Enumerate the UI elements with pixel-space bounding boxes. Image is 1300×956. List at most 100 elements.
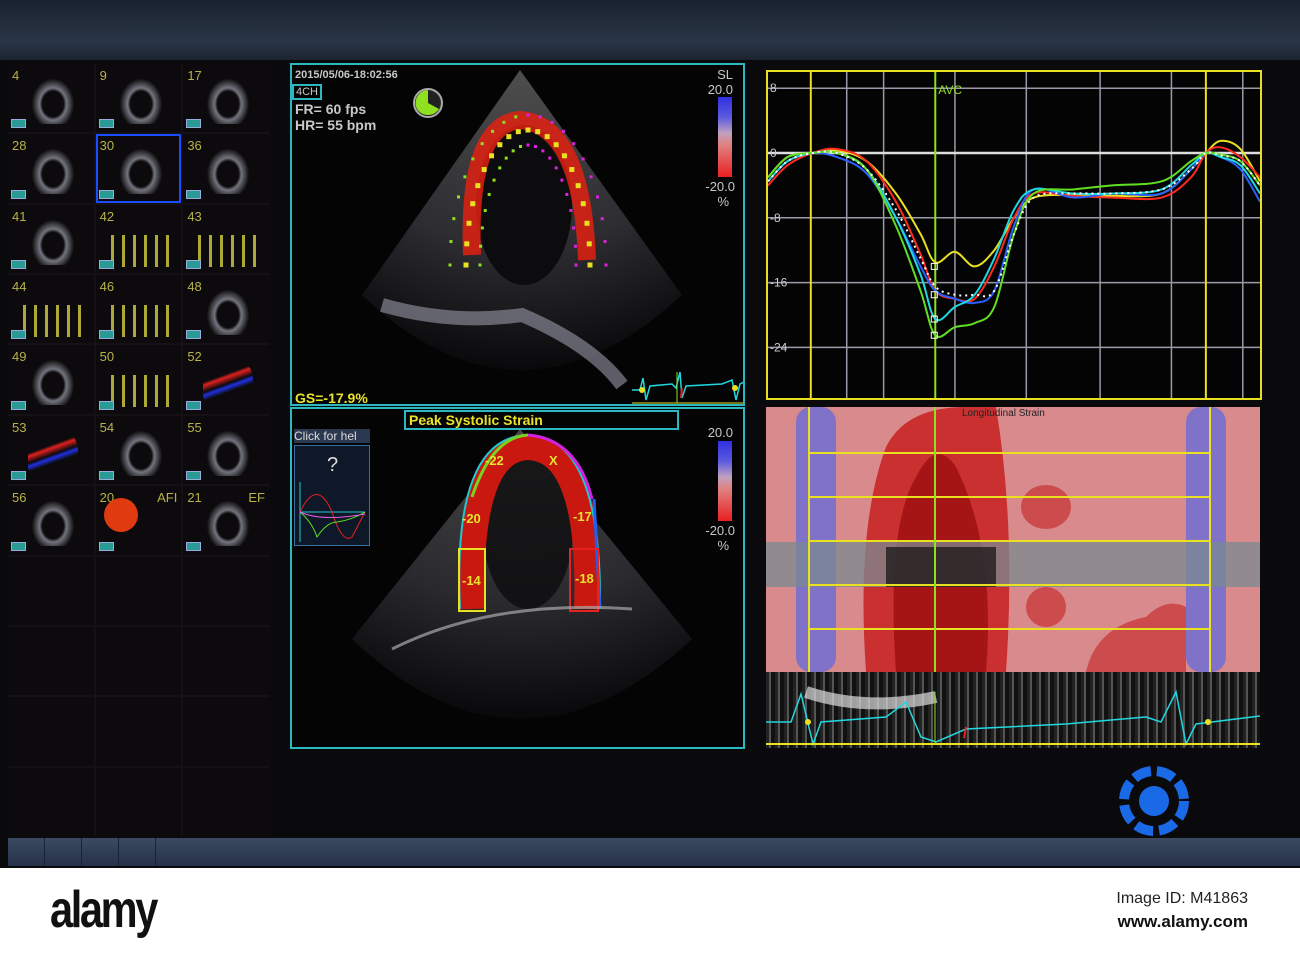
- tracking-point: [487, 192, 491, 196]
- tracking-point: [480, 142, 484, 146]
- heatmap-image: [766, 407, 1260, 672]
- peak-systolic-strain-view[interactable]: Peak Systolic Strain -22 X -20 -17 -14 -…: [290, 407, 745, 749]
- thumbnail-image: [203, 285, 254, 336]
- thumbnail-number: 4: [12, 68, 20, 83]
- thumbnail-number: 52: [187, 349, 202, 365]
- y-tick-label: -24: [770, 340, 788, 354]
- tracking-point: [478, 263, 482, 267]
- empty-thumbnail-slot: [95, 626, 182, 696]
- thumbnail-44[interactable]: 44: [8, 275, 94, 344]
- ultrasound-screen: 4 9 17 28 30 36 41 42 43 44 46 48 49 50 52 53 54 55 56 20 AF…: [0, 0, 1300, 868]
- film-clip-icon: [186, 541, 202, 551]
- thumbnail-image: [203, 355, 254, 406]
- thumbnail-image: [110, 305, 171, 338]
- thumbnail-number: 42: [99, 208, 115, 224]
- global-strain: GS=-17.9%: [295, 390, 368, 406]
- thumbnail-50[interactable]: 50: [95, 345, 182, 414]
- thumbnail-9[interactable]: 9: [95, 64, 182, 133]
- thumbnail-48[interactable]: 48: [183, 275, 269, 344]
- thumbnail-52[interactable]: 52: [183, 345, 269, 414]
- tracking-point: [506, 134, 512, 140]
- tracking-point: [586, 241, 592, 247]
- empty-thumbnail-slot: [183, 767, 269, 836]
- film-clip-icon: [186, 119, 202, 129]
- footer-url[interactable]: www.alamy.com: [1118, 912, 1248, 932]
- taskbar-button[interactable]: [45, 838, 82, 866]
- segment-label: -18: [575, 571, 594, 586]
- empty-thumbnail-slot: [95, 767, 182, 836]
- tracking-point: [471, 157, 475, 161]
- help-panel[interactable]: ?: [294, 445, 370, 546]
- help-button[interactable]: Click for hel: [294, 429, 370, 443]
- tracking-point: [584, 220, 590, 226]
- segment-label: -17: [573, 509, 592, 524]
- taskbar-button[interactable]: [82, 838, 119, 866]
- thumbnail-46[interactable]: 46: [95, 275, 182, 344]
- thumbnail-image: [203, 425, 254, 476]
- film-clip-icon: [98, 541, 114, 551]
- thumbnail-image: [115, 74, 166, 124]
- thumbnail-20[interactable]: 20 AFI: [95, 486, 182, 555]
- thumbnail-image: [203, 144, 254, 195]
- thumbnail-image: [203, 496, 254, 547]
- tracking-point: [498, 166, 502, 170]
- tracking-point: [541, 149, 545, 153]
- strain-curves-chart[interactable]: 8 0 -8 -16 -24 AVC: [766, 70, 1262, 400]
- thumbnail-55[interactable]: 55: [183, 415, 269, 485]
- four-chamber-strain-view[interactable]: 2015/05/06-18:02:56 4CH FR= 60 fps HR= 5…: [290, 63, 745, 406]
- tracking-point: [491, 129, 495, 133]
- tracking-point: [560, 178, 564, 182]
- taskbar-button[interactable]: [119, 838, 156, 866]
- longitudinal-strain-heatmap[interactable]: Longitudinal Strain: [766, 407, 1260, 672]
- film-clip-icon: [186, 260, 202, 270]
- thumbnail-number: 46: [99, 279, 115, 295]
- tracking-point: [475, 183, 481, 189]
- navigation-dial-icon[interactable]: [1118, 766, 1190, 836]
- film-clip-icon: [98, 189, 114, 199]
- strain-color-bar: [718, 441, 732, 521]
- ecg-trace: [766, 686, 1260, 747]
- thumbnail-56[interactable]: 56: [8, 486, 94, 555]
- segment-label: X: [549, 453, 558, 468]
- thumbnail-image: [28, 214, 78, 265]
- taskbar-button[interactable]: [8, 838, 45, 866]
- thumbnail-36[interactable]: 36: [183, 134, 269, 203]
- empty-thumbnail-slot: [8, 626, 94, 696]
- film-clip-icon: [186, 471, 202, 481]
- thumbnail-image: [28, 496, 78, 547]
- thumbnail-54[interactable]: 54: [95, 415, 182, 485]
- thumbnail-21[interactable]: 21 EF: [183, 486, 269, 555]
- scale-unit: %: [717, 194, 729, 209]
- thumbnail-image: [198, 234, 259, 267]
- thumbnail-image: [115, 144, 166, 195]
- thumbnail-image: [28, 355, 78, 406]
- thumbnail-number: 21: [187, 490, 202, 506]
- y-tick-label: 8: [770, 81, 777, 95]
- empty-thumbnail-slot: [8, 767, 94, 836]
- thumbnail-49[interactable]: 49: [8, 345, 94, 414]
- thumbnail-42[interactable]: 42: [95, 204, 182, 274]
- thumbnail-30[interactable]: 30: [95, 134, 182, 203]
- tracking-point: [514, 115, 518, 119]
- tracking-point: [573, 244, 577, 248]
- empty-thumbnail-slot: [8, 556, 94, 625]
- thumbnail-number: 17: [187, 68, 202, 83]
- thumbnail-41[interactable]: 41: [8, 204, 94, 274]
- view-label: 4CH: [292, 84, 323, 100]
- strain-curve-green: [767, 150, 1261, 338]
- thumbnail-number: 55: [187, 419, 202, 435]
- film-clip-icon: [11, 400, 26, 410]
- scale-mode: SL: [717, 67, 733, 82]
- strain-curve-blue: [767, 151, 1261, 305]
- thumbnail-28[interactable]: 28: [8, 134, 94, 203]
- tracking-point: [604, 263, 608, 267]
- film-clip-icon: [98, 400, 114, 410]
- thumbnail-number: 43: [187, 208, 202, 224]
- thumbnail-number: 41: [12, 208, 27, 224]
- thumbnail-43[interactable]: 43: [183, 204, 269, 274]
- thumbnail-17[interactable]: 17: [183, 64, 269, 133]
- thumbnail-53[interactable]: 53: [8, 415, 94, 485]
- film-clip-icon: [11, 189, 26, 199]
- thumbnail-number: 49: [12, 349, 27, 365]
- thumbnail-4[interactable]: 4: [8, 64, 94, 133]
